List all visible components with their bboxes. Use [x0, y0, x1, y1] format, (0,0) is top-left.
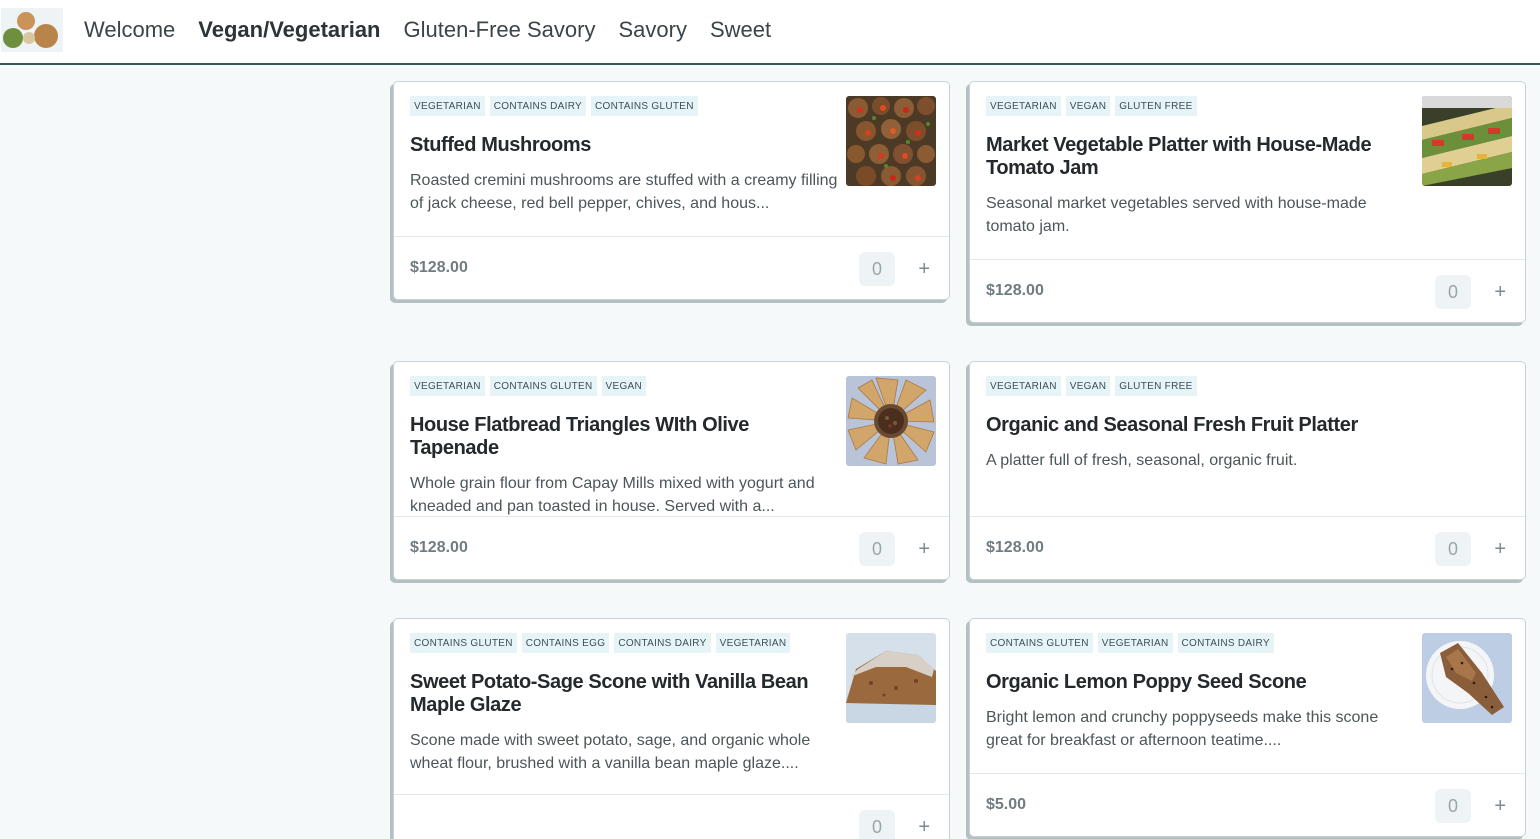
card-footer: $128.00 0 +: [970, 516, 1525, 579]
product-description: Roasted cremini mushrooms are stuffed wi…: [410, 172, 838, 212]
tab-vegan-vegetarian[interactable]: Vegan/Vegetarian: [198, 17, 380, 43]
site-logo[interactable]: [1, 7, 63, 52]
product-title[interactable]: Organic and Seasonal Fresh Fruit Platter: [986, 414, 1416, 437]
product-image[interactable]: [846, 96, 936, 186]
add-icon[interactable]: +: [918, 257, 930, 281]
product-description: Whole grain flour from Capay Mills mixed…: [410, 475, 815, 515]
card-footer: $5.00 0 +: [970, 773, 1525, 836]
tab-welcome[interactable]: Welcome: [84, 17, 175, 43]
add-icon[interactable]: +: [918, 815, 930, 839]
add-icon[interactable]: +: [1494, 794, 1506, 818]
add-icon[interactable]: +: [918, 537, 930, 561]
tab-savory[interactable]: Savory: [618, 17, 686, 43]
add-icon[interactable]: +: [1494, 537, 1506, 561]
product-image[interactable]: [1422, 96, 1512, 186]
diet-tag: VEGETARIAN: [986, 96, 1061, 116]
product-card[interactable]: VEGETARIAN VEGAN GLUTEN FREE Market Vege…: [969, 81, 1526, 323]
diet-tag: VEGETARIAN: [410, 96, 485, 116]
product-description: Seasonal market vegetables served with h…: [986, 195, 1367, 235]
card-footer: 0 +: [394, 794, 949, 839]
tag-list: VEGETARIAN VEGAN GLUTEN FREE: [986, 376, 1510, 396]
quantity-display: 0: [1435, 789, 1471, 823]
product-price: $128.00: [986, 282, 1044, 299]
diet-tag: CONTAINS DAIRY: [489, 96, 587, 116]
diet-tag: VEGAN: [1065, 376, 1111, 396]
product-price: $128.00: [410, 539, 468, 556]
product-description: A platter full of fresh, seasonal, organ…: [986, 452, 1298, 469]
top-navigation: Welcome Vegan/Vegetarian Gluten-Free Sav…: [0, 0, 1540, 65]
product-title[interactable]: Market Vegetable Platter with House-Made…: [986, 134, 1416, 180]
diet-tag: CONTAINS GLUTEN: [591, 96, 698, 116]
tab-sweet[interactable]: Sweet: [710, 17, 771, 43]
diet-tag: VEGETARIAN: [410, 376, 485, 396]
quantity-display: 0: [859, 252, 895, 286]
product-price: $5.00: [986, 796, 1027, 813]
diet-tag: GLUTEN FREE: [1115, 376, 1197, 396]
product-card[interactable]: VEGETARIAN CONTAINS GLUTEN VEGAN House F…: [393, 361, 950, 580]
quantity-display: 0: [1435, 275, 1471, 309]
product-title[interactable]: House Flatbread Triangles WIth Olive Tap…: [410, 414, 840, 460]
product-image[interactable]: [1422, 633, 1512, 723]
product-card[interactable]: CONTAINS GLUTEN CONTAINS EGG CONTAINS DA…: [393, 618, 950, 839]
card-footer: $128.00 0 +: [394, 516, 949, 579]
product-description: Scone made with sweet potato, sage, and …: [410, 732, 811, 772]
product-card[interactable]: VEGETARIAN CONTAINS DAIRY CONTAINS GLUTE…: [393, 81, 950, 300]
product-title[interactable]: Stuffed Mushrooms: [410, 134, 840, 157]
diet-tag: CONTAINS GLUTEN: [986, 633, 1093, 653]
diet-tag: CONTAINS DAIRY: [1177, 633, 1274, 653]
quantity-display: 0: [859, 810, 895, 839]
quantity-display: 0: [859, 532, 895, 566]
diet-tag: CONTAINS DAIRY: [614, 633, 711, 653]
product-price: $128.00: [986, 539, 1044, 556]
diet-tag: CONTAINS GLUTEN: [489, 376, 597, 396]
product-price: $128.00: [410, 259, 468, 276]
product-card[interactable]: CONTAINS GLUTEN VEGETARIAN CONTAINS DAIR…: [969, 618, 1526, 837]
diet-tag: CONTAINS EGG: [521, 633, 610, 653]
diet-tag: VEGETARIAN: [986, 376, 1061, 396]
product-description: Bright lemon and crunchy poppyseeds make…: [986, 709, 1379, 749]
diet-tag: CONTAINS GLUTEN: [410, 633, 517, 653]
tab-gluten-free-savory[interactable]: Gluten-Free Savory: [404, 17, 596, 43]
product-image[interactable]: [846, 376, 936, 466]
card-footer: $128.00 0 +: [394, 236, 949, 299]
diet-tag: VEGETARIAN: [715, 633, 791, 653]
product-title[interactable]: Sweet Potato-Sage Scone with Vanilla Bea…: [410, 671, 840, 717]
diet-tag: VEGETARIAN: [1097, 633, 1173, 653]
product-title[interactable]: Organic Lemon Poppy Seed Scone: [986, 671, 1416, 694]
product-card[interactable]: VEGETARIAN VEGAN GLUTEN FREE Organic and…: [969, 361, 1526, 580]
category-tabs: Welcome Vegan/Vegetarian Gluten-Free Sav…: [84, 17, 794, 43]
diet-tag: GLUTEN FREE: [1115, 96, 1197, 116]
quantity-display: 0: [1435, 532, 1471, 566]
product-image[interactable]: [846, 633, 936, 723]
diet-tag: VEGAN: [601, 376, 647, 396]
card-footer: $128.00 0 +: [970, 259, 1525, 322]
diet-tag: VEGAN: [1065, 96, 1111, 116]
add-icon[interactable]: +: [1494, 280, 1506, 304]
